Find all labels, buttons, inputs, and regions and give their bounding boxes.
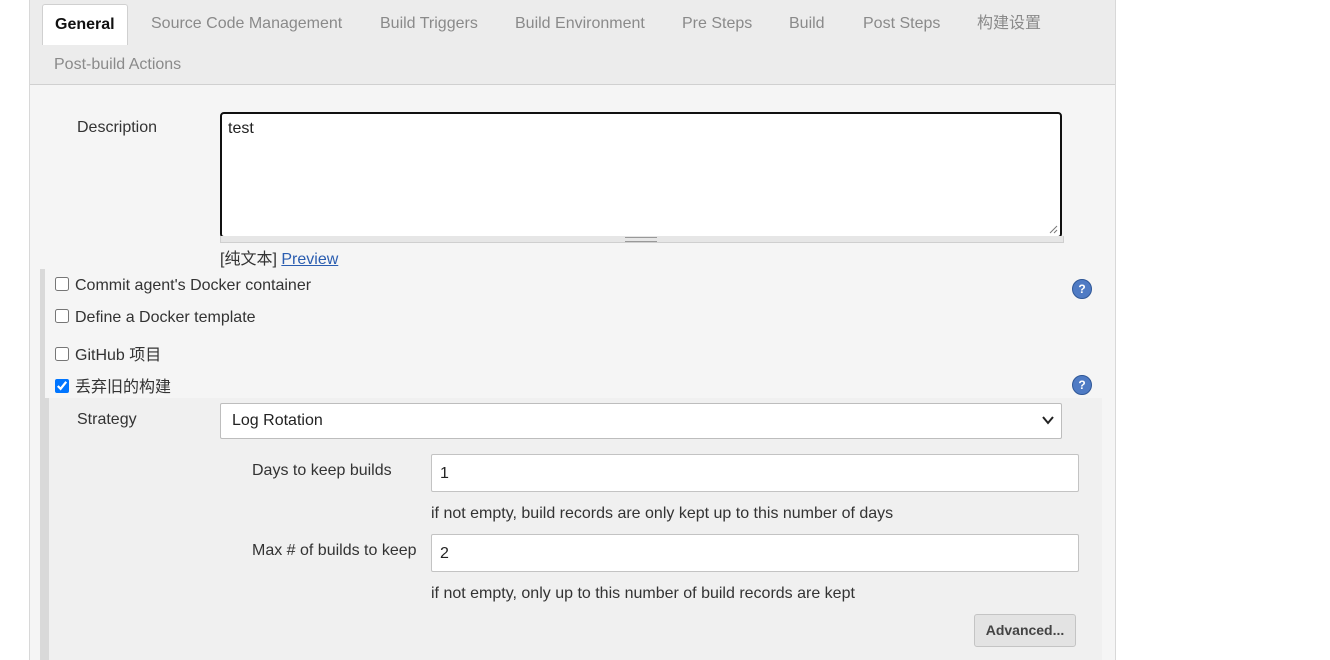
tab-post-steps[interactable]: Post Steps	[863, 14, 940, 34]
tab-build-triggers[interactable]: Build Triggers	[380, 14, 478, 34]
option-discard-old-builds: 丢弃旧的构建	[55, 373, 171, 397]
option-label: GitHub 项目	[75, 347, 162, 364]
tab-build-environment[interactable]: Build Environment	[515, 14, 645, 34]
help-icon[interactable]: ?	[1072, 375, 1092, 395]
tab-post-build-actions[interactable]: Post-build Actions	[54, 55, 181, 75]
option-label: 丢弃旧的构建	[75, 379, 172, 396]
option-label: Define a Docker template	[75, 309, 256, 326]
days-to-keep-value: 1	[440, 465, 449, 482]
max-builds-label: Max # of builds to keep	[252, 542, 417, 559]
strategy-selected-value: Log Rotation	[232, 412, 323, 429]
tab-pre-steps[interactable]: Pre Steps	[682, 14, 752, 34]
discard-old-builds-checkbox[interactable]	[55, 379, 69, 393]
textarea-resize-handle[interactable]	[220, 236, 1064, 243]
grip-icon	[625, 237, 657, 242]
max-builds-input[interactable]: 2	[431, 534, 1079, 572]
max-builds-hint: if not empty, only up to this number of …	[431, 585, 855, 602]
config-panel: General Source Code Management Build Tri…	[29, 0, 1116, 660]
chevron-down-icon	[1042, 416, 1054, 425]
advanced-button[interactable]: Advanced...	[974, 614, 1076, 647]
subsection-indent-bar	[45, 398, 49, 660]
docker-template-checkbox[interactable]	[55, 309, 69, 323]
preview-link[interactable]: Preview	[281, 251, 338, 268]
format-label: [纯文本]	[220, 251, 277, 268]
days-to-keep-label: Days to keep builds	[252, 462, 392, 479]
days-to-keep-input[interactable]: 1	[431, 454, 1079, 492]
description-format-line: [纯文本] Preview	[220, 245, 338, 269]
description-textarea[interactable]: test	[220, 112, 1062, 238]
days-to-keep-hint: if not empty, build records are only kep…	[431, 505, 894, 522]
option-commit-docker-container: Commit agent's Docker container	[55, 277, 311, 295]
strategy-label: Strategy	[77, 411, 137, 428]
description-label: Description	[77, 119, 158, 136]
option-label: Commit agent's Docker container	[75, 277, 312, 294]
tab-bar: General Source Code Management Build Tri…	[30, 0, 1115, 85]
tab-source-code-management[interactable]: Source Code Management	[151, 14, 342, 34]
resize-corner-icon[interactable]	[1048, 224, 1058, 234]
help-icon[interactable]: ?	[1072, 279, 1092, 299]
tab-build[interactable]: Build	[789, 14, 825, 34]
commit-docker-checkbox[interactable]	[55, 277, 69, 291]
strategy-select[interactable]: Log Rotation	[220, 403, 1062, 439]
github-project-checkbox[interactable]	[55, 347, 69, 361]
option-github-project: GitHub 项目	[55, 341, 161, 365]
option-define-docker-template: Define a Docker template	[55, 309, 256, 327]
tab-general[interactable]: General	[42, 4, 128, 45]
tab-build-settings[interactable]: 构建设置	[977, 14, 1041, 34]
max-builds-value: 2	[440, 545, 449, 562]
